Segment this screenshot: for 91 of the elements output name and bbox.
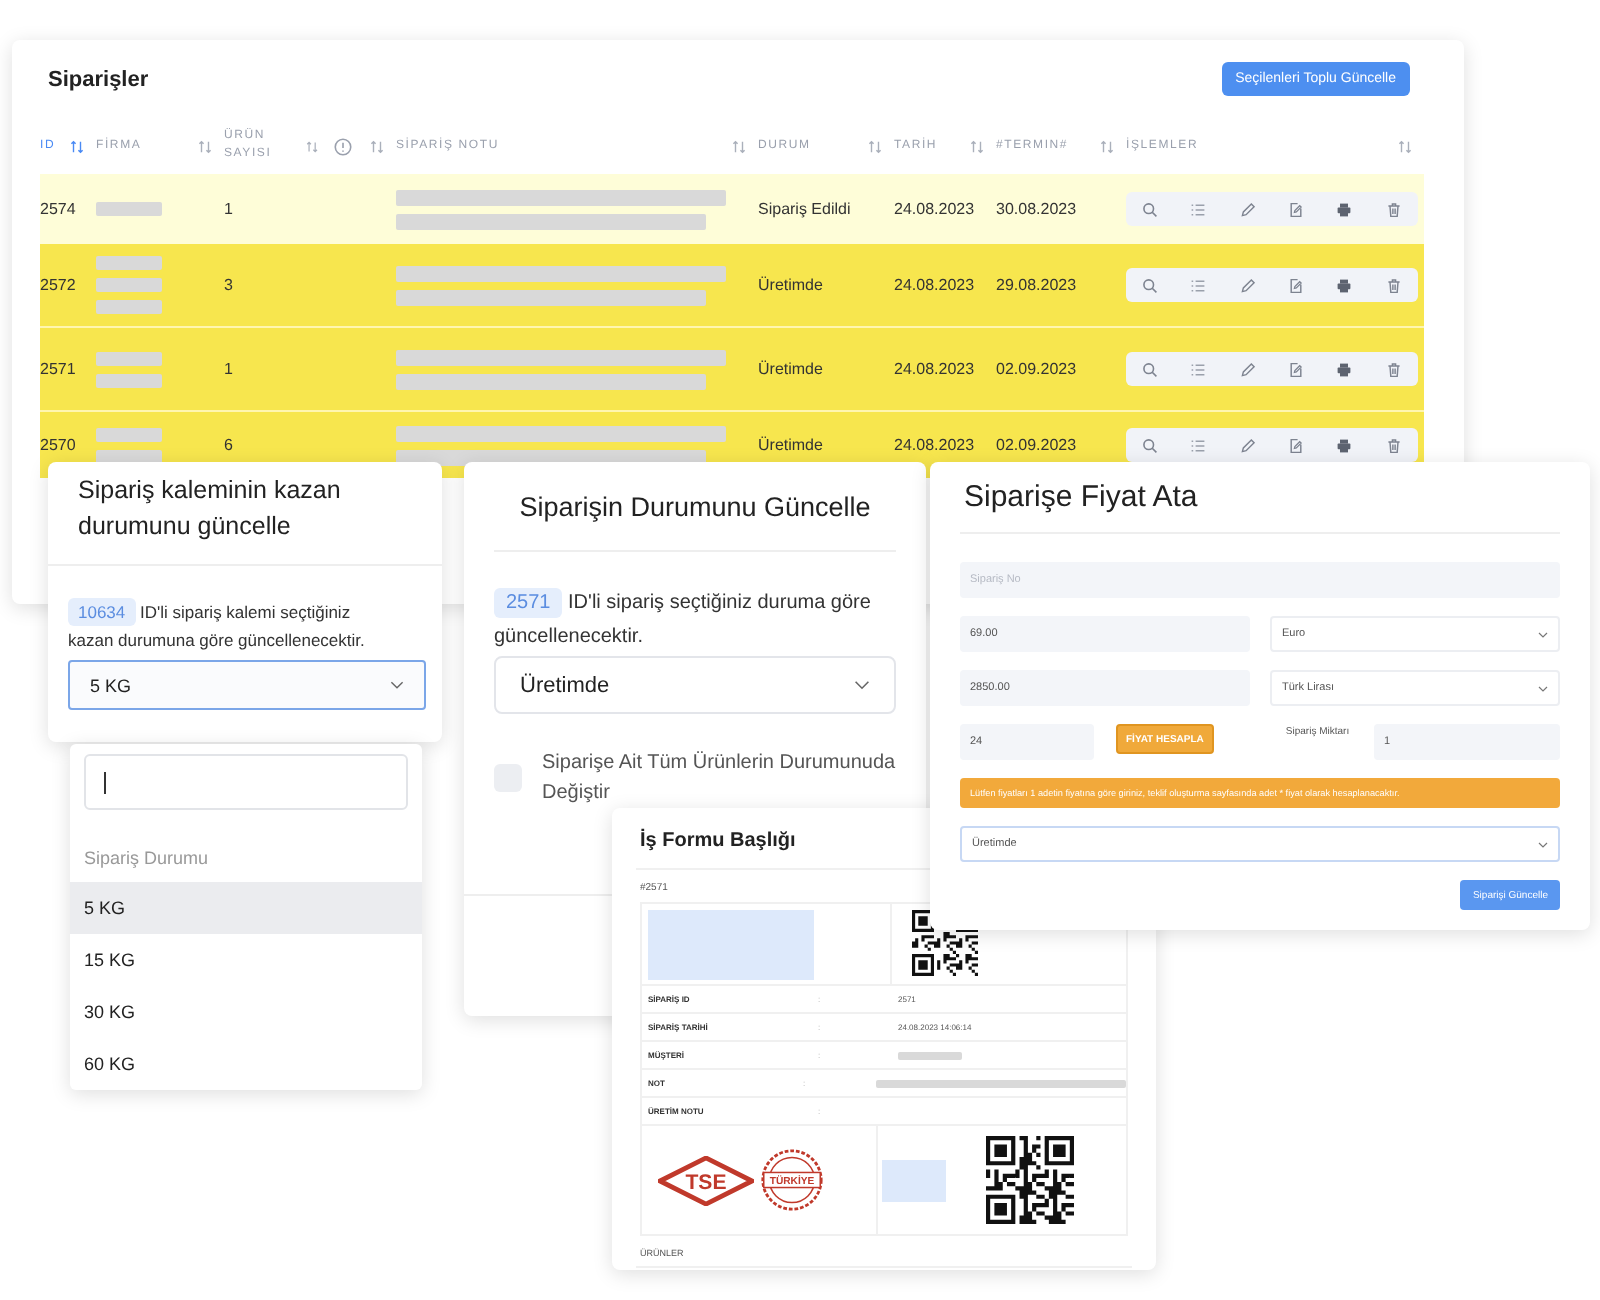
table-cell: 2572	[40, 276, 76, 294]
redacted-text-bar	[96, 373, 162, 387]
printer-icon[interactable]	[1336, 201, 1353, 217]
checkbox-label: Siparişe Ait Tüm Ürünlerin Durumunuda Değiştir	[542, 749, 896, 808]
table-cell: 2570	[40, 436, 76, 454]
modal-title: Siparişe Fiyat Ata	[962, 480, 1198, 514]
modal-title: Sipariş kaleminin kazan durumunu güncelle	[78, 474, 343, 544]
search-icon[interactable]	[1142, 361, 1159, 377]
table-cell: 02.09.2023	[996, 436, 1077, 454]
chevron-down-icon	[1538, 841, 1548, 847]
sort-icon[interactable]	[970, 139, 984, 153]
table-cell: 1	[224, 200, 233, 218]
dropdown-option[interactable]: 15 KG	[70, 934, 422, 986]
chevron-down-icon	[1538, 631, 1548, 637]
sort-icon[interactable]	[1100, 139, 1114, 153]
chevron-down-icon	[1538, 685, 1548, 691]
printer-icon[interactable]	[1336, 361, 1353, 377]
table-cell: 24.08.2023	[894, 276, 975, 294]
dropdown-group-label: Sipariş Durumu	[82, 846, 211, 872]
trash-icon[interactable]	[1385, 361, 1402, 377]
search-icon[interactable]	[1142, 437, 1159, 453]
form-title: İş Formu Başlığı	[640, 829, 796, 851]
table-cell: 29.08.2023	[996, 276, 1077, 294]
redacted-text-bar	[898, 1051, 962, 1059]
redacted-text-bar	[96, 449, 162, 463]
table-cell: 30.08.2023	[996, 200, 1077, 218]
table-cell: 6	[224, 436, 233, 454]
list-icon[interactable]	[1190, 277, 1207, 293]
text-cursor	[104, 771, 106, 793]
trash-icon[interactable]	[1385, 277, 1402, 293]
redacted-text-bar	[96, 202, 162, 216]
table-row[interactable]: 2571 1 Üretimde 24.08.2023 02.09.2023	[40, 326, 1424, 410]
status-select[interactable]: 5 KG	[68, 660, 426, 710]
sort-icon[interactable]	[198, 139, 212, 153]
table-cell: Üretimde	[758, 436, 823, 454]
chevron-down-icon	[390, 680, 404, 690]
table-cell: 02.09.2023	[996, 360, 1077, 378]
info-icon	[334, 137, 352, 155]
edit-document-icon[interactable]	[1288, 201, 1305, 217]
pencil-icon[interactable]	[1239, 361, 1256, 377]
list-icon[interactable]	[1190, 201, 1207, 217]
table-cell: Üretimde	[758, 276, 823, 294]
chevron-down-icon	[854, 680, 870, 690]
table-cell: 2571	[40, 360, 76, 378]
redacted-text-bar	[96, 278, 162, 292]
dropdown-option[interactable]: 5 KG	[70, 882, 422, 934]
printer-icon[interactable]	[1336, 277, 1353, 293]
info-message: 2571 ID'li sipariş seçtiğiniz duruma göre güncellenecektir.	[494, 586, 873, 652]
sort-icon[interactable]	[370, 139, 384, 153]
dropdown-option[interactable]: 60 KG	[70, 1038, 422, 1090]
sort-icon[interactable]	[1398, 139, 1412, 153]
edit-document-icon[interactable]	[1288, 437, 1305, 453]
table-row[interactable]: 2574 1 Sipariş Edildi 24.08.2023 30.08.2023	[40, 174, 1424, 244]
table-cell: 2574	[40, 200, 76, 218]
table-cell: Sipariş Edildi	[758, 200, 851, 218]
redacted-text-bar	[96, 256, 162, 270]
trash-icon[interactable]	[1385, 201, 1402, 217]
pencil-icon[interactable]	[1239, 277, 1256, 293]
pencil-icon[interactable]	[1239, 437, 1256, 453]
redacted-text-bar	[96, 427, 162, 441]
table-cell: 24.08.2023	[894, 436, 975, 454]
modal-title: Siparişin Durumunu Güncelle	[519, 491, 871, 521]
edit-document-icon[interactable]	[1288, 361, 1305, 377]
table-cell: 3	[224, 276, 233, 294]
printer-icon[interactable]	[1336, 437, 1353, 453]
certification-logo: TSE	[658, 1155, 754, 1205]
redacted-text-bar	[96, 300, 162, 314]
info-message: 10634 ID'li sipariş kalemi seçtiğiniz kazan durumuna göre güncellenecektir.	[68, 600, 367, 654]
trash-icon[interactable]	[1385, 437, 1402, 453]
search-icon[interactable]	[1142, 277, 1159, 293]
sort-icon[interactable]	[305, 139, 318, 153]
search-icon[interactable]	[1142, 201, 1159, 217]
sort-icon[interactable]	[70, 139, 84, 153]
sort-icon[interactable]	[868, 139, 882, 153]
qr-code-icon	[986, 1136, 1074, 1224]
table-row[interactable]: 2572 3 Üretimde 24.08.2023 29.08.2023	[40, 244, 1424, 326]
dropdown-option[interactable]: 30 KG	[70, 986, 422, 1038]
list-icon[interactable]	[1190, 361, 1207, 377]
pencil-icon[interactable]	[1239, 201, 1256, 217]
table-cell: 24.08.2023	[894, 200, 975, 218]
image-placeholder	[882, 1159, 946, 1201]
edit-document-icon[interactable]	[1288, 277, 1305, 293]
page-title: Siparişler	[48, 67, 149, 91]
status-select[interactable]: Üretimde	[494, 656, 896, 714]
table-cell: 24.08.2023	[894, 360, 975, 378]
dropdown-search-field[interactable]	[84, 754, 408, 810]
list-icon[interactable]	[1190, 437, 1207, 453]
table-cell: 1	[224, 360, 233, 378]
table-cell: Üretimde	[758, 360, 823, 378]
redacted-text-bar	[96, 351, 162, 365]
sort-icon[interactable]	[732, 139, 746, 153]
